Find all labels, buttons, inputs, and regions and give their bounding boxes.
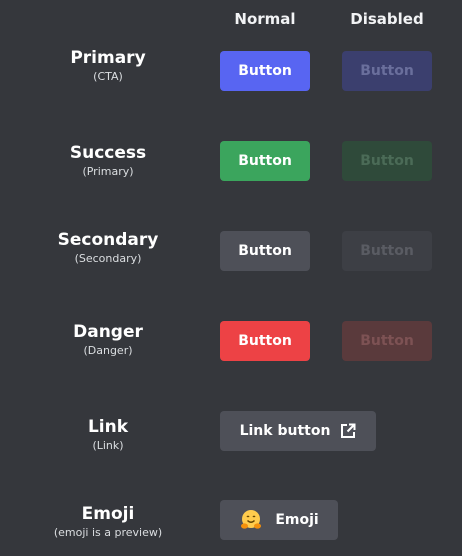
- emoji-button-label: Emoji: [275, 512, 319, 528]
- primary-button[interactable]: Button: [220, 51, 310, 91]
- link-row-label: Link (Link): [38, 416, 178, 454]
- link-title: Link: [87, 417, 129, 437]
- emoji-title: Emoji: [81, 504, 135, 524]
- link-button[interactable]: Link button: [220, 411, 376, 451]
- success-subtitle: (Primary): [82, 165, 134, 178]
- primary-button-disabled-label: Button: [360, 63, 414, 79]
- danger-button-disabled-label: Button: [360, 333, 414, 349]
- emoji-subtitle: (emoji is a preview): [53, 526, 163, 539]
- success-button-label: Button: [238, 153, 292, 169]
- link-button-label: Link button: [239, 423, 331, 439]
- link-subtitle: (Link): [92, 439, 124, 452]
- danger-button-label: Button: [238, 333, 292, 349]
- primary-button-label: Button: [238, 63, 292, 79]
- secondary-button-disabled-label: Button: [360, 243, 414, 259]
- primary-title: Primary: [70, 48, 146, 68]
- emoji-row-label: Emoji (emoji is a preview): [38, 503, 178, 541]
- danger-button-disabled: Button: [342, 321, 432, 361]
- danger-subtitle: (Danger): [83, 344, 133, 357]
- danger-row-label: Danger (Danger): [38, 321, 178, 359]
- primary-button-disabled: Button: [342, 51, 432, 91]
- primary-row-label: Primary (CTA): [38, 47, 178, 85]
- primary-subtitle: (CTA): [93, 70, 123, 83]
- emoji-button[interactable]: Emoji: [220, 500, 338, 540]
- secondary-row-label: Secondary (Secondary): [38, 229, 178, 267]
- success-row-label: Success (Primary): [38, 142, 178, 180]
- disabled-column-header: Disabled: [350, 10, 424, 28]
- secondary-button[interactable]: Button: [220, 231, 310, 271]
- normal-column-header: Normal: [234, 10, 296, 28]
- success-button[interactable]: Button: [220, 141, 310, 181]
- secondary-title: Secondary: [57, 230, 159, 250]
- danger-button[interactable]: Button: [220, 321, 310, 361]
- secondary-button-label: Button: [238, 243, 292, 259]
- success-button-disabled-label: Button: [360, 153, 414, 169]
- secondary-subtitle: (Secondary): [74, 252, 142, 265]
- success-title: Success: [69, 143, 147, 163]
- external-link-icon: [340, 423, 356, 439]
- danger-title: Danger: [73, 322, 143, 342]
- success-button-disabled: Button: [342, 141, 432, 181]
- secondary-button-disabled: Button: [342, 231, 432, 271]
- hugging-face-emoji-icon: [239, 508, 263, 532]
